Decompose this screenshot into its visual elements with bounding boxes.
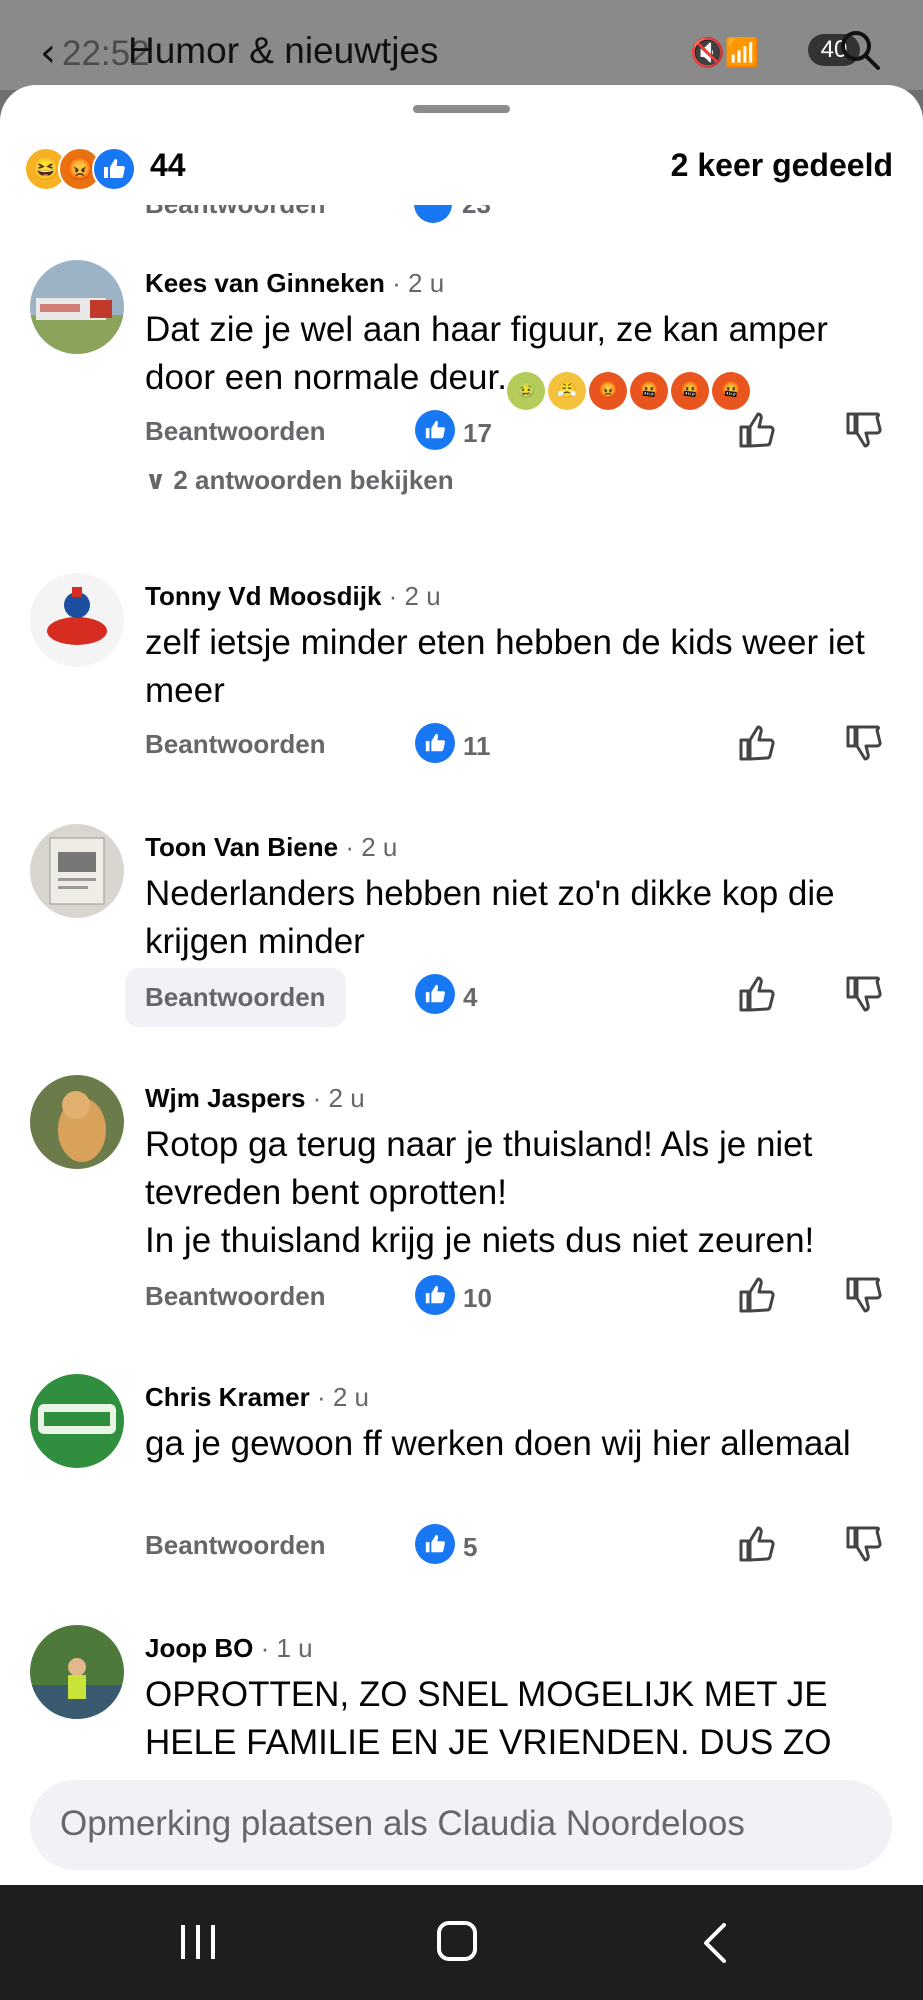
navigation-bar [0, 1885, 923, 2000]
avatar[interactable] [30, 824, 124, 918]
commenter-name[interactable]: Toon Van Biene [145, 832, 338, 862]
recent-apps-icon[interactable] [178, 1925, 218, 1959]
reply-button[interactable]: Beantwoorden [125, 968, 346, 1027]
reaction-count[interactable]: 44 [150, 147, 186, 184]
comment-time: · 2 u [388, 581, 441, 611]
commenter-name[interactable]: Kees van Ginneken [145, 268, 385, 298]
upvote-icon[interactable] [735, 1522, 779, 1566]
comment-actions: Beantwoorden 17 [145, 410, 885, 460]
comment-header: Joop BO · 1 u [145, 1633, 313, 1664]
like-badge-icon [415, 1275, 455, 1315]
search-icon[interactable] [838, 28, 882, 72]
like-count: 4 [463, 982, 478, 1012]
like-badge-icon [414, 203, 452, 223]
reply-button[interactable]: Beantwoorden [145, 416, 326, 447]
nauseated-emoji-icon: 🤢 [506, 372, 545, 410]
commenter-name[interactable]: Chris Kramer [145, 1382, 310, 1412]
downvote-icon[interactable] [842, 408, 886, 452]
comment-text-line: Rotop ga terug naar je thuisland! Als je… [145, 1125, 813, 1212]
comment-text: Dat zie je wel aan haar figuur, ze kan a… [145, 306, 905, 410]
cursing-emoji-icon: 🤬 [711, 372, 750, 410]
comment: Kees van Ginneken · 2 u Dat zie je wel a… [0, 260, 923, 500]
mute-wifi-signal-icon: 🔇📶 [690, 36, 760, 69]
like-count: 5 [463, 1532, 478, 1562]
reply-button[interactable]: Beantwoorden [145, 203, 326, 220]
avatar[interactable] [30, 573, 124, 667]
comment: Wjm Jaspers · 2 u Rotop ga terug naar je… [0, 1075, 923, 1325]
reactions-header: 😆 😡 44 2 keer gedeeld [0, 125, 923, 205]
like-badge-icon [415, 974, 455, 1014]
drag-handle[interactable] [413, 105, 510, 113]
comment: Joop BO · 1 u OPROTTEN, ZO SNEL MOGELIJK… [0, 1625, 923, 1770]
cursing-emoji-icon: 🤬 [670, 372, 709, 410]
comment-text: ga je gewoon ff werken doen wij hier all… [145, 1424, 851, 1463]
upvote-icon[interactable] [735, 972, 779, 1016]
steam-emoji-icon: 😤 [547, 372, 586, 410]
comment-header: Toon Van Biene · 2 u [145, 832, 397, 863]
upvote-icon[interactable] [735, 721, 779, 765]
view-replies-label: 2 antwoorden bekijken [173, 465, 454, 495]
comment-header: Tonny Vd Moosdijk · 2 u [145, 581, 441, 612]
upvote-icon[interactable] [735, 408, 779, 452]
comment-text-line: In je thuisland krijg je niets dus niet … [145, 1221, 815, 1260]
commenter-name[interactable]: Wjm Jaspers [145, 1083, 305, 1113]
like-count: 11 [463, 731, 491, 761]
comment-actions: Beantwoorden 10 [145, 1275, 885, 1325]
comment-time: · 2 u [345, 832, 398, 862]
like-badge-icon [415, 1524, 455, 1564]
avatar[interactable] [30, 260, 124, 354]
downvote-icon[interactable] [842, 721, 886, 765]
comment-header: Chris Kramer · 2 u [145, 1382, 369, 1413]
cursing-emoji-icon: 🤬 [629, 372, 668, 410]
like-icon [92, 147, 136, 191]
comment: Tonny Vd Moosdijk · 2 u zelf ietsje mind… [0, 573, 923, 773]
reply-button[interactable]: Beantwoorden [145, 1281, 326, 1312]
comment-input-placeholder: Opmerking plaatsen als Claudia Noordeloo… [60, 1804, 745, 1843]
clipped-action-row: Beantwoorden 23 [0, 203, 923, 233]
group-title: Humor & nieuwtjes [128, 30, 439, 71]
home-icon[interactable] [437, 1921, 477, 1961]
view-replies-link[interactable]: ∨ 2 antwoorden bekijken [145, 465, 454, 496]
upvote-icon[interactable] [735, 1273, 779, 1317]
avatar[interactable] [30, 1374, 124, 1468]
back-arrow-icon[interactable]: ‹ [40, 30, 56, 76]
avatar[interactable] [30, 1625, 124, 1719]
like-count: 10 [463, 1283, 492, 1313]
reply-button[interactable]: Beantwoorden [145, 729, 326, 760]
comment-actions: Beantwoorden 5 [145, 1524, 885, 1574]
angry-emoji-icon: 😡 [588, 372, 627, 410]
comment-header: Wjm Jaspers · 2 u [145, 1083, 365, 1114]
comment-time: · 2 u [312, 1083, 365, 1113]
like-badge-icon [415, 410, 455, 450]
comment-header: Kees van Ginneken · 2 u [145, 268, 444, 299]
status-bar: 22:52 ‹ Humor & nieuwtjes 🔇📶 40 [0, 0, 923, 90]
like-badge-icon [415, 723, 455, 763]
like-count: 17 [463, 418, 492, 448]
like-count: 23 [462, 203, 491, 219]
downvote-icon[interactable] [842, 1273, 886, 1317]
share-count[interactable]: 2 keer gedeeld [671, 147, 893, 184]
comment-text: OPROTTEN, ZO SNEL MOGELIJK MET JE HELE F… [145, 1675, 832, 1762]
comment: Toon Van Biene · 2 u Nederlanders hebben… [0, 824, 923, 1027]
downvote-icon[interactable] [842, 972, 886, 1016]
commenter-name[interactable]: Tonny Vd Moosdijk [145, 581, 381, 611]
comment-text: Nederlanders hebben niet zo'n dikke kop … [145, 874, 835, 961]
comments-sheet: 😆 😡 44 2 keer gedeeld Beantwoorden 23 Ke… [0, 85, 923, 1885]
downvote-icon[interactable] [842, 1522, 886, 1566]
comment-input[interactable]: Opmerking plaatsen als Claudia Noordeloo… [30, 1780, 892, 1870]
comment-text: zelf ietsje minder eten hebben de kids w… [145, 623, 865, 710]
back-icon[interactable] [700, 1921, 730, 1965]
commenter-name[interactable]: Joop BO [145, 1633, 253, 1663]
comment-actions: Beantwoorden 11 [145, 723, 885, 773]
comment-actions: Beantwoorden 4 [125, 968, 886, 1027]
avatar[interactable] [30, 1075, 124, 1169]
reply-button[interactable]: Beantwoorden [145, 1530, 326, 1561]
comment-time: · 2 u [392, 268, 445, 298]
comment-text: Rotop ga terug naar je thuisland! Als je… [145, 1121, 905, 1265]
comment: Chris Kramer · 2 u ga je gewoon ff werke… [0, 1374, 923, 1574]
chevron-down-icon: ∨ [145, 466, 167, 496]
comment-time: · 2 u [316, 1382, 369, 1412]
comment-time: · 1 u [260, 1633, 313, 1663]
